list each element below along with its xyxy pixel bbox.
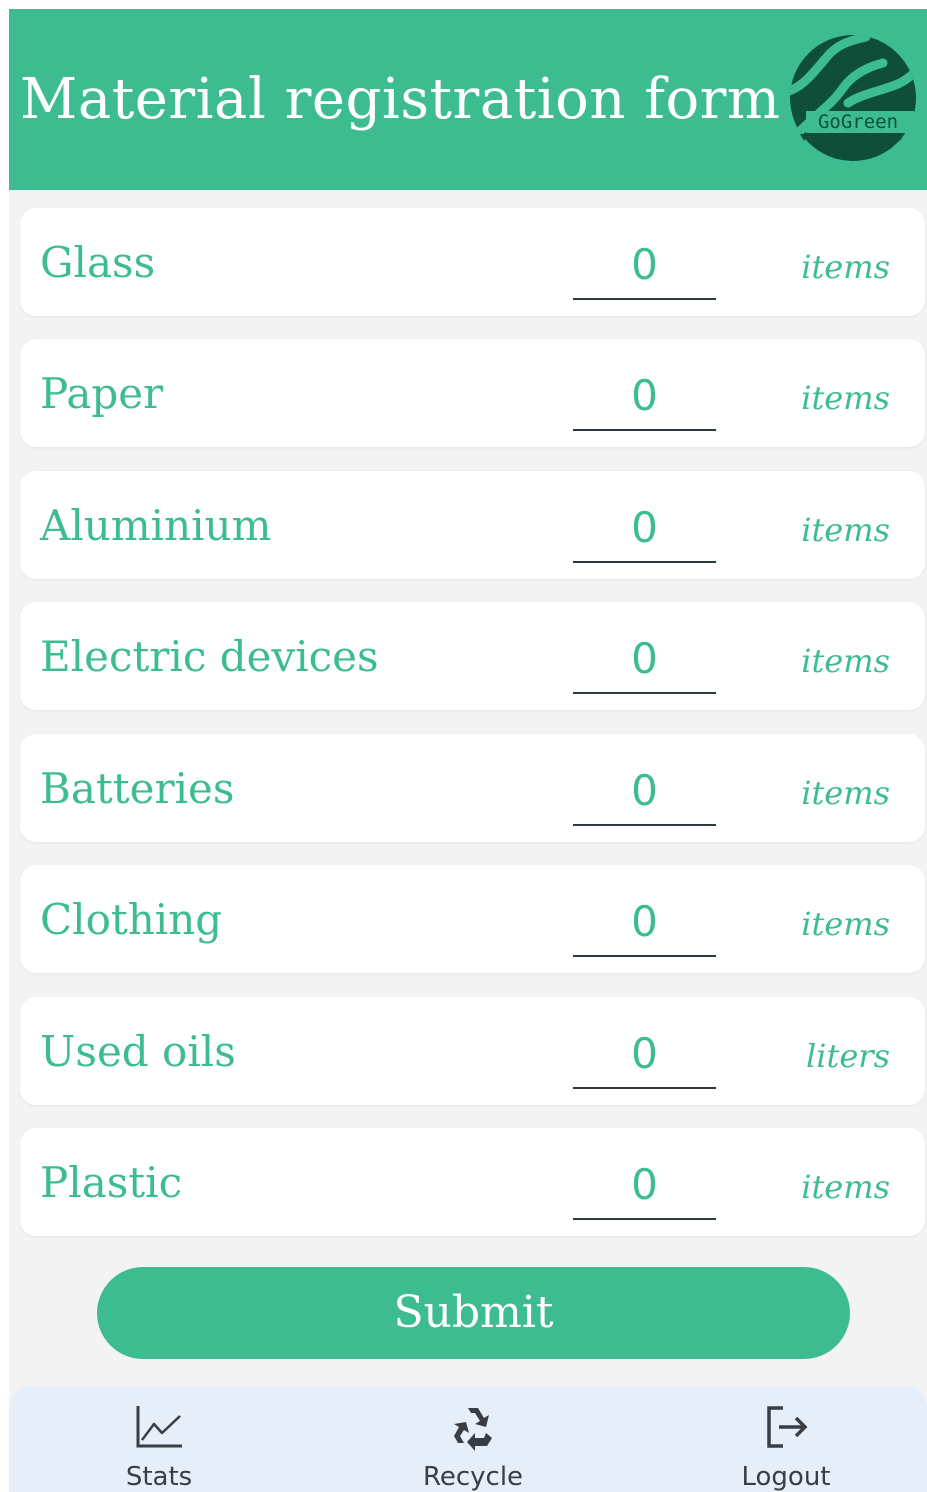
bottom-navigation: Stats Recycle Logout — [9, 1386, 927, 1492]
unit-label: items — [801, 642, 890, 680]
app-header: Material registration form GoGreen — [9, 9, 927, 190]
material-row-plastic: Plastic 0 items — [20, 1128, 925, 1236]
recycle-icon — [454, 1408, 492, 1451]
nav-label: Logout — [741, 1462, 831, 1492]
logo-text: GoGreen — [818, 111, 898, 133]
material-row-aluminium: Aluminium 0 items — [20, 471, 925, 579]
electric-devices-quantity-input[interactable]: 0 — [573, 626, 716, 694]
nav-label: Stats — [125, 1462, 193, 1492]
material-label: Glass — [40, 238, 156, 287]
material-row-glass: Glass 0 items — [20, 208, 925, 316]
nav-item-recycle[interactable]: Recycle — [373, 1386, 573, 1492]
material-label: Used oils — [40, 1027, 236, 1076]
line-chart-icon — [136, 1406, 182, 1448]
unit-label: items — [801, 248, 890, 286]
page-title: Material registration form — [20, 67, 781, 132]
gogreen-logo: GoGreen — [790, 35, 916, 161]
material-label: Clothing — [40, 895, 223, 944]
material-label: Batteries — [40, 764, 235, 813]
unit-label: items — [801, 774, 890, 812]
material-label: Electric devices — [40, 632, 379, 681]
unit-label: items — [801, 511, 890, 549]
app-screen: Material registration form GoGreen Glass… — [9, 9, 927, 1492]
glass-quantity-input[interactable]: 0 — [573, 232, 716, 300]
unit-label: items — [801, 379, 890, 417]
submit-button[interactable]: Submit — [97, 1267, 850, 1359]
used-oils-quantity-input[interactable]: 0 — [573, 1021, 716, 1089]
nav-item-logout[interactable]: Logout — [686, 1386, 886, 1492]
nav-label: Recycle — [422, 1462, 524, 1492]
material-label: Aluminium — [40, 501, 272, 550]
paper-quantity-input[interactable]: 0 — [573, 363, 716, 431]
unit-label: items — [801, 905, 890, 943]
material-row-paper: Paper 0 items — [20, 339, 925, 447]
nav-item-stats[interactable]: Stats — [59, 1386, 259, 1492]
material-row-electric-devices: Electric devices 0 items — [20, 602, 925, 710]
plastic-quantity-input[interactable]: 0 — [573, 1152, 716, 1220]
aluminium-quantity-input[interactable]: 0 — [573, 495, 716, 563]
material-row-clothing: Clothing 0 items — [20, 865, 925, 973]
unit-label: liters — [806, 1037, 890, 1075]
unit-label: items — [801, 1168, 890, 1206]
clothing-quantity-input[interactable]: 0 — [573, 889, 716, 957]
material-row-batteries: Batteries 0 items — [20, 734, 925, 842]
batteries-quantity-input[interactable]: 0 — [573, 758, 716, 826]
logout-icon — [767, 1406, 808, 1448]
material-row-used-oils: Used oils 0 liters — [20, 997, 925, 1105]
material-label: Plastic — [40, 1158, 183, 1207]
material-label: Paper — [40, 369, 164, 418]
